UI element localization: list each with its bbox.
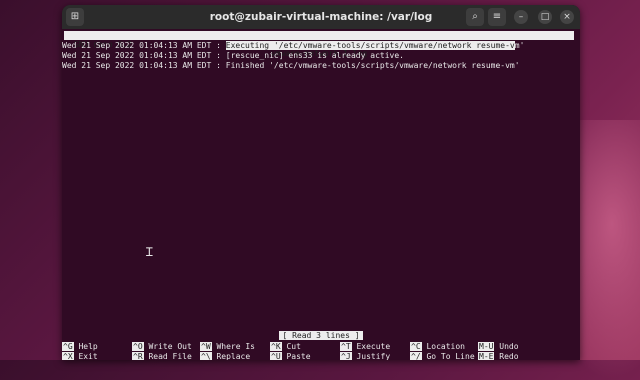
log-timestamp: Wed 21 Sep 2022 01:04:13 AM EDT : bbox=[62, 51, 226, 60]
shortcut-key: ^R bbox=[132, 352, 144, 360]
terminal-content[interactable]: GNU nano 6.2 vmware-network.1.log Wed 21… bbox=[62, 29, 580, 360]
shortcut-read-file[interactable]: ^R Read File bbox=[132, 352, 192, 360]
shortcut-key: ^U bbox=[270, 352, 282, 360]
shortcut-justify[interactable]: ^J Justify bbox=[340, 352, 390, 360]
log-message: m' bbox=[514, 41, 525, 50]
shortcut-key: ^/ bbox=[410, 352, 422, 360]
shortcut-key: ^C bbox=[410, 342, 422, 351]
nano-status-bar: [ Read 3 lines ] bbox=[62, 331, 580, 340]
shortcut-key: ^O bbox=[132, 342, 144, 351]
shortcut-exit[interactable]: ^X Exit bbox=[62, 352, 98, 360]
shortcut-paste[interactable]: ^U Paste bbox=[270, 352, 311, 360]
maximize-icon[interactable]: □ bbox=[538, 10, 552, 24]
selected-text[interactable]: Executing '/etc/vmware-tools/scripts/vmw… bbox=[225, 41, 515, 50]
shortcut-label: Help bbox=[78, 342, 98, 351]
log-timestamp: Wed 21 Sep 2022 01:04:13 AM EDT : bbox=[62, 61, 226, 70]
status-message: [ Read 3 lines ] bbox=[279, 331, 363, 340]
log-line[interactable]: Wed 21 Sep 2022 01:04:13 AM EDT : Execut… bbox=[62, 41, 580, 51]
mouse-ibeam-cursor-icon: Ɪ bbox=[146, 245, 153, 259]
window-title: root@zubair-virtual-machine: /var/log bbox=[209, 11, 433, 23]
shortcut-label: Exit bbox=[78, 352, 98, 360]
shortcut-write-out[interactable]: ^O Write Out bbox=[132, 342, 192, 352]
log-line[interactable]: Wed 21 Sep 2022 01:04:13 AM EDT : Finish… bbox=[62, 61, 580, 71]
shortcut-help[interactable]: ^G Help bbox=[62, 342, 98, 352]
shortcut-key: ^\ bbox=[200, 352, 212, 360]
shortcut-label: Justify bbox=[356, 352, 391, 360]
editor-text-area[interactable]: Wed 21 Sep 2022 01:04:13 AM EDT : Execut… bbox=[62, 41, 580, 71]
shortcut-label: Paste bbox=[286, 352, 311, 360]
shortcut-replace[interactable]: ^\ Replace bbox=[200, 352, 250, 360]
title-bar[interactable]: ⊞ root@zubair-virtual-machine: /var/log … bbox=[62, 5, 580, 29]
shortcut-label: Execute bbox=[356, 342, 391, 351]
shortcut-undo[interactable]: M-U Undo bbox=[478, 342, 519, 352]
log-line[interactable]: Wed 21 Sep 2022 01:04:13 AM EDT : [rescu… bbox=[62, 51, 580, 61]
shortcut-label: Replace bbox=[216, 352, 251, 360]
log-message: Finished '/etc/vmware-tools/scripts/vmwa… bbox=[225, 61, 520, 70]
terminal-window[interactable]: ⊞ root@zubair-virtual-machine: /var/log … bbox=[62, 5, 580, 360]
shortcut-cut[interactable]: ^K Cut bbox=[270, 342, 301, 352]
close-icon[interactable]: × bbox=[560, 10, 574, 24]
shortcut-label: Undo bbox=[499, 342, 519, 351]
shortcut-label: Where Is bbox=[216, 342, 255, 351]
shortcut-where-is[interactable]: ^W Where Is bbox=[200, 342, 255, 352]
shortcut-go-to-line[interactable]: ^/ Go To Line bbox=[410, 352, 475, 360]
shortcut-label: Location bbox=[426, 342, 465, 351]
nano-shortcut-bar: ^G Help ^O Write Out ^W Where Is ^K Cut … bbox=[62, 342, 580, 360]
shortcut-key: M-U bbox=[478, 342, 495, 351]
shortcut-redo[interactable]: M-E Redo bbox=[478, 352, 519, 360]
hamburger-menu-icon[interactable]: ≡ bbox=[488, 8, 506, 26]
shortcut-label: Cut bbox=[286, 342, 301, 351]
log-message: [rescue_nic] ens33 is already active. bbox=[225, 51, 404, 60]
shortcut-label: Go To Line bbox=[426, 352, 475, 360]
shortcut-key: ^X bbox=[62, 352, 74, 360]
shortcut-location[interactable]: ^C Location bbox=[410, 342, 465, 352]
shortcut-key: ^J bbox=[340, 352, 352, 360]
shortcut-key: M-E bbox=[478, 352, 495, 360]
shortcut-key: ^W bbox=[200, 342, 212, 351]
minimize-icon[interactable]: – bbox=[514, 10, 528, 24]
search-icon[interactable]: ⌕ bbox=[466, 8, 484, 26]
nano-header-bar: GNU nano 6.2 vmware-network.1.log bbox=[64, 31, 574, 58]
shortcut-label: Read File bbox=[148, 352, 192, 360]
new-tab-icon[interactable]: ⊞ bbox=[66, 8, 84, 26]
shortcut-key: ^G bbox=[62, 342, 74, 351]
shortcut-key: ^T bbox=[340, 342, 352, 351]
shortcut-label: Write Out bbox=[148, 342, 192, 351]
shortcut-key: ^K bbox=[270, 342, 282, 351]
shortcut-label: Redo bbox=[499, 352, 519, 360]
log-timestamp: Wed 21 Sep 2022 01:04:13 AM EDT : bbox=[62, 41, 226, 50]
shortcut-execute[interactable]: ^T Execute bbox=[340, 342, 390, 352]
